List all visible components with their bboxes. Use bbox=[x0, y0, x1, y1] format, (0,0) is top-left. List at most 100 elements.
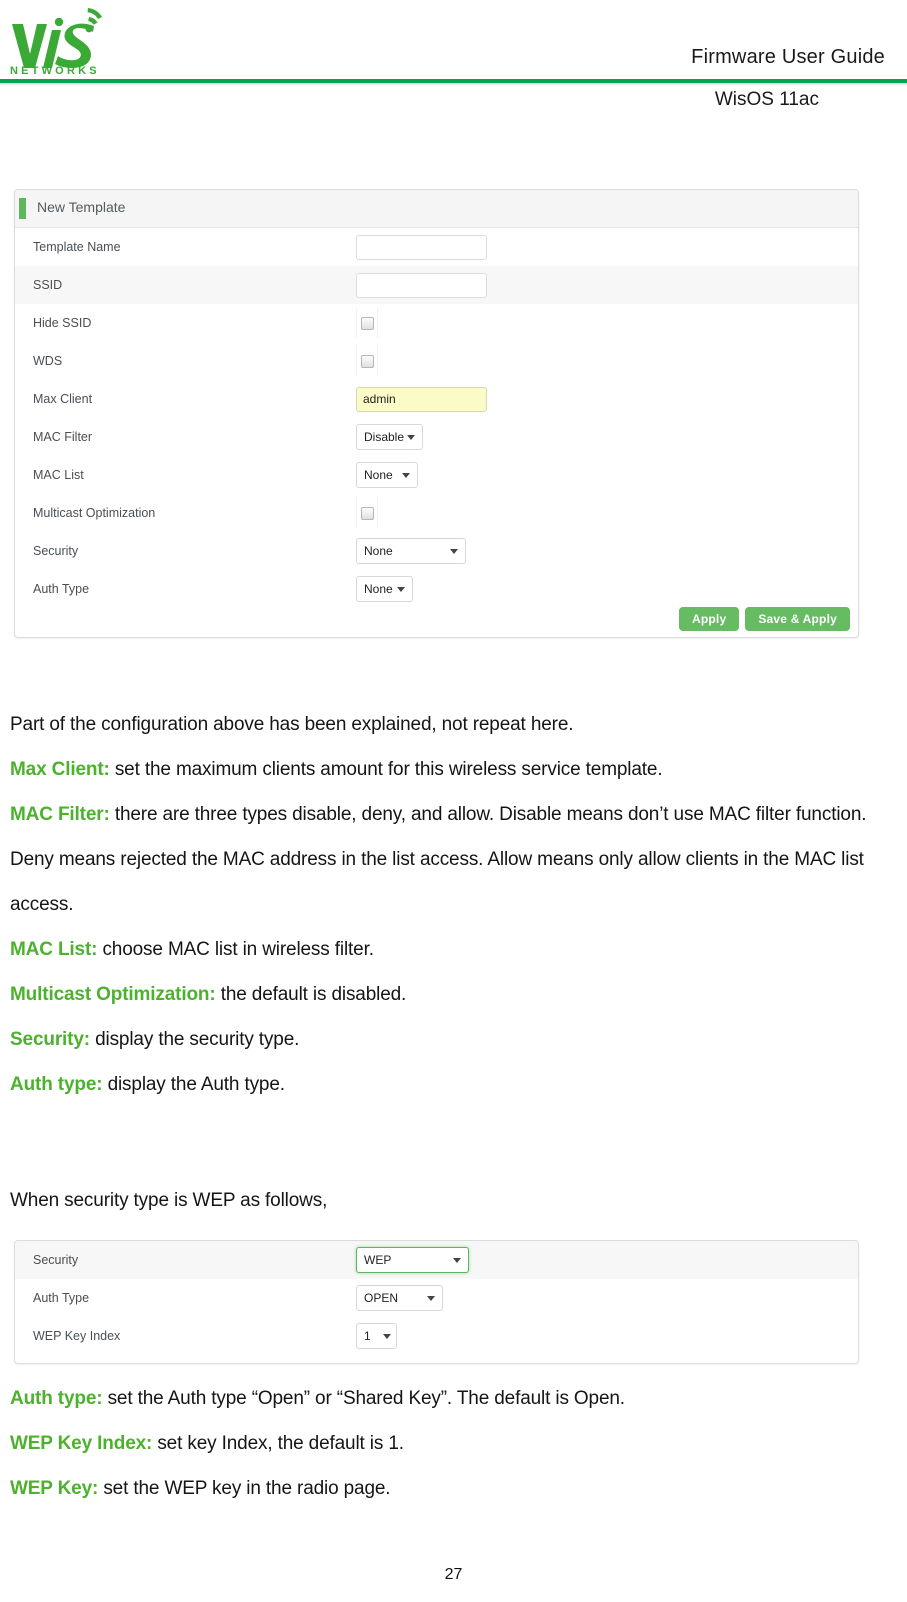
control-template-name bbox=[356, 234, 487, 260]
prose-item-mac-list: MAC List: choose MAC list in wireless fi… bbox=[10, 927, 890, 972]
panel-title: New Template bbox=[37, 199, 126, 215]
page-number: 27 bbox=[444, 1566, 463, 1583]
chevron-down-icon bbox=[402, 473, 410, 478]
label-mac-filter: MAC Filter bbox=[33, 430, 93, 444]
desc-multicast-optimization: the default is disabled. bbox=[215, 984, 407, 1005]
prose-item-mac-filter: MAC Filter: there are three types disabl… bbox=[10, 792, 890, 927]
label-wds: WDS bbox=[33, 354, 63, 368]
wep-auth-type-value: OPEN bbox=[364, 1291, 399, 1305]
wep-security-value: WEP bbox=[364, 1253, 392, 1267]
control-mac-list: None bbox=[356, 462, 418, 488]
term-mac-list: MAC List: bbox=[10, 939, 98, 960]
desc-wep-key: set the WEP key in the radio page. bbox=[98, 1478, 391, 1499]
form-row-wep-security: Security WEP bbox=[15, 1241, 858, 1279]
save-and-apply-button[interactable]: Save & Apply bbox=[745, 607, 850, 631]
mac-list-value: None bbox=[364, 468, 393, 482]
desc-max-client: set the maximum clients amount for this … bbox=[109, 759, 663, 780]
apply-button[interactable]: Apply bbox=[679, 607, 740, 631]
logo-subtext: NETWORKS bbox=[10, 65, 100, 76]
wep-intro-text: When security type is WEP as follows, bbox=[10, 1190, 328, 1211]
page-header: NETWORKS Firmware User Guide bbox=[0, 0, 907, 86]
control-wep-key-index: 1 bbox=[356, 1323, 397, 1349]
form-row-template-name: Template Name bbox=[15, 228, 858, 266]
wds-checkbox[interactable] bbox=[360, 354, 374, 368]
form-row-wep-auth-type: Auth Type OPEN bbox=[15, 1279, 858, 1317]
control-security: None bbox=[356, 538, 466, 564]
chevron-down-icon bbox=[427, 1296, 435, 1301]
label-multicast-optimization: Multicast Optimization bbox=[33, 506, 156, 520]
prose-intro: Part of the configuration above has been… bbox=[10, 714, 574, 735]
desc-security: display the security type. bbox=[89, 1029, 300, 1050]
control-auth-type: None bbox=[356, 576, 413, 602]
prose-block-general: Part of the configuration above has been… bbox=[10, 702, 890, 1107]
form-row-multicast-optimization: Multicast Optimization bbox=[15, 494, 858, 532]
term-multicast-optimization: Multicast Optimization: bbox=[10, 984, 216, 1005]
control-wep-auth-type: OPEN bbox=[356, 1285, 443, 1311]
form-row-mac-list: MAC List None bbox=[15, 456, 858, 494]
wep-rows: Security WEP Auth Type OPEN WEP Key Inde… bbox=[15, 1241, 858, 1355]
prose-item-wep-key: WEP Key: set the WEP key in the radio pa… bbox=[10, 1466, 890, 1511]
prose-block-wep: Auth type: set the Auth type “Open” or “… bbox=[10, 1376, 890, 1511]
form-row-wds: WDS bbox=[15, 342, 858, 380]
label-auth-type: Auth Type bbox=[33, 582, 90, 596]
ssid-input[interactable] bbox=[356, 272, 487, 298]
wep-auth-type-select[interactable]: OPEN bbox=[356, 1285, 443, 1311]
form-row-max-client: Max Client bbox=[15, 380, 858, 418]
prose-item-max-client: Max Client: set the maximum clients amou… bbox=[10, 747, 890, 792]
label-mac-list: MAC List bbox=[33, 468, 84, 482]
control-wds bbox=[356, 346, 378, 376]
label-max-client: Max Client bbox=[33, 392, 93, 406]
label-wep-auth-type: Auth Type bbox=[33, 1291, 90, 1305]
hide-ssid-checkbox[interactable] bbox=[360, 316, 374, 330]
multicast-optimization-checkbox[interactable] bbox=[360, 506, 374, 520]
wep-key-index-select[interactable]: 1 bbox=[356, 1323, 397, 1349]
prose-block-wep-intro: When security type is WEP as follows, bbox=[10, 1178, 890, 1223]
max-client-input[interactable] bbox=[356, 386, 487, 412]
security-value: None bbox=[364, 544, 393, 558]
label-hide-ssid: Hide SSID bbox=[33, 316, 92, 330]
template-name-input[interactable] bbox=[356, 234, 487, 260]
auth-type-select[interactable]: None bbox=[356, 576, 413, 602]
wis-networks-logo: NETWORKS bbox=[8, 2, 126, 76]
label-wep-security: Security bbox=[33, 1253, 79, 1267]
auth-type-value: None bbox=[364, 582, 393, 596]
header-rule-shadow bbox=[0, 83, 907, 86]
new-template-panel: New Template Template Name SSID Hide SSI… bbox=[14, 189, 859, 638]
panel-actions: Apply Save & Apply bbox=[679, 607, 850, 631]
control-mac-filter: Disable bbox=[356, 424, 423, 450]
control-ssid bbox=[356, 272, 487, 298]
mac-list-select[interactable]: None bbox=[356, 462, 418, 488]
term-wep-auth-type: Auth type: bbox=[10, 1388, 103, 1409]
multicast-optimization-checkbox-well bbox=[356, 498, 378, 528]
form-row-hide-ssid: Hide SSID bbox=[15, 304, 858, 342]
wep-key-index-value: 1 bbox=[364, 1329, 371, 1343]
prose-item-wep-auth-type: Auth type: set the Auth type “Open” or “… bbox=[10, 1376, 890, 1421]
mac-filter-value: Disable bbox=[364, 430, 405, 444]
document-title: Firmware User Guide bbox=[691, 46, 885, 68]
prose-item-wep-key-index: WEP Key Index: set key Index, the defaul… bbox=[10, 1421, 890, 1466]
chevron-down-icon bbox=[383, 1334, 391, 1339]
new-template-rows: Template Name SSID Hide SSID WDS Max Cli… bbox=[15, 228, 858, 608]
term-wep-key-index: WEP Key Index: bbox=[10, 1433, 153, 1454]
form-row-wep-key-index: WEP Key Index 1 bbox=[15, 1317, 858, 1355]
form-row-auth-type: Auth Type None bbox=[15, 570, 858, 608]
control-max-client bbox=[356, 386, 487, 412]
wep-security-panel: Security WEP Auth Type OPEN WEP Key Inde… bbox=[14, 1240, 859, 1364]
prose-item-auth-type: Auth type: display the Auth type. bbox=[10, 1062, 890, 1107]
chevron-down-icon bbox=[407, 435, 415, 440]
form-row-ssid: SSID bbox=[15, 266, 858, 304]
desc-wep-auth-type: set the Auth type “Open” or “Shared Key”… bbox=[102, 1388, 626, 1409]
term-max-client: Max Client: bbox=[10, 759, 110, 780]
term-wep-key: WEP Key: bbox=[10, 1478, 99, 1499]
security-select[interactable]: None bbox=[356, 538, 466, 564]
desc-wep-key-index: set key Index, the default is 1. bbox=[152, 1433, 404, 1454]
term-security: Security: bbox=[10, 1029, 90, 1050]
term-auth-type: Auth type: bbox=[10, 1074, 103, 1095]
label-security: Security bbox=[33, 544, 79, 558]
wep-security-select[interactable]: WEP bbox=[356, 1247, 469, 1273]
mac-filter-select[interactable]: Disable bbox=[356, 424, 423, 450]
document-subtitle: WisOS 11ac bbox=[714, 89, 819, 110]
panel-accent-bar bbox=[19, 198, 26, 219]
prose-item-security: Security: display the security type. bbox=[10, 1017, 890, 1062]
hide-ssid-checkbox-well bbox=[356, 308, 378, 338]
